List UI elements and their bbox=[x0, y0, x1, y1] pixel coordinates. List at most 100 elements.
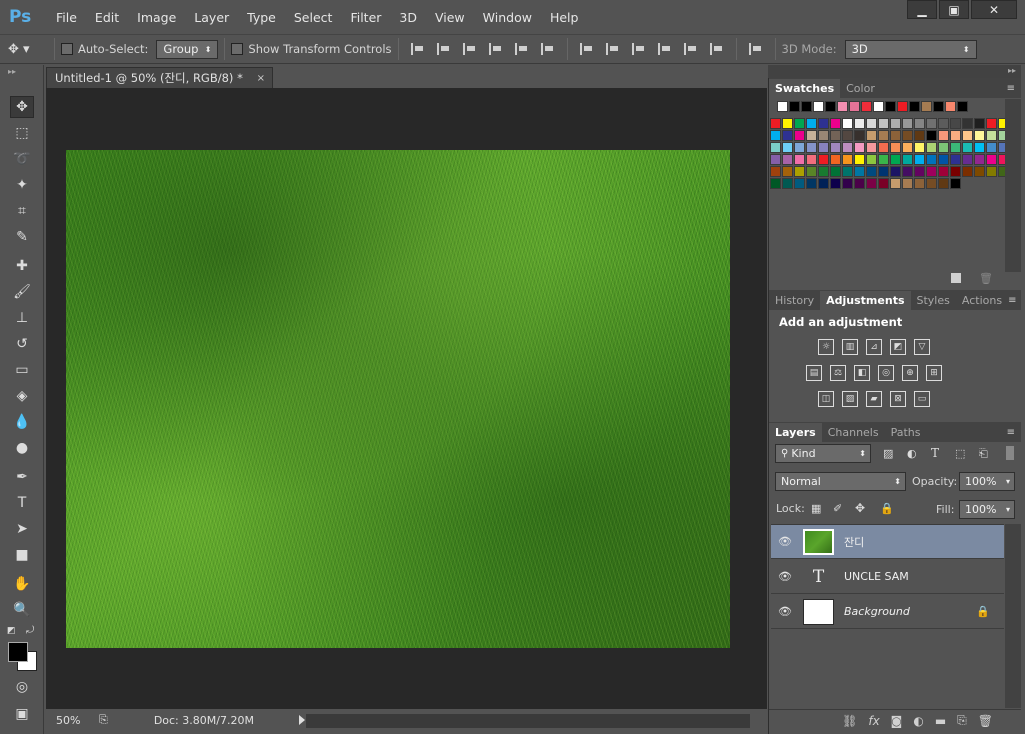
color-swatch[interactable] bbox=[986, 130, 997, 141]
gradient-map-icon[interactable]: ▭ bbox=[914, 391, 930, 407]
collapse-arrows-icon[interactable]: ▸▸ bbox=[8, 67, 16, 76]
auto-align-icon[interactable] bbox=[748, 43, 763, 55]
color-swatch[interactable] bbox=[986, 166, 997, 177]
color-swatch[interactable] bbox=[902, 178, 913, 189]
rectangle-tool-icon[interactable]: ■ bbox=[10, 544, 34, 566]
color-swatch[interactable] bbox=[842, 178, 853, 189]
layer-row[interactable]: 👁 T UNCLE SAM bbox=[771, 560, 1004, 594]
dodge-tool-icon[interactable]: ● bbox=[10, 437, 34, 459]
color-swatch[interactable] bbox=[770, 142, 781, 153]
color-swatch[interactable] bbox=[842, 142, 853, 153]
color-swatch[interactable] bbox=[914, 166, 925, 177]
color-swatch[interactable] bbox=[806, 130, 817, 141]
color-swatch[interactable] bbox=[950, 142, 961, 153]
color-swatch[interactable] bbox=[770, 154, 781, 165]
share-icon[interactable]: ⎘ bbox=[99, 713, 108, 727]
color-swatch[interactable] bbox=[794, 154, 805, 165]
exposure-icon[interactable]: ◩ bbox=[890, 339, 906, 355]
color-swatch[interactable] bbox=[806, 166, 817, 177]
color-swatch[interactable] bbox=[842, 166, 853, 177]
color-swatch[interactable] bbox=[902, 142, 913, 153]
align-left-icon[interactable] bbox=[488, 43, 503, 55]
color-swatch[interactable] bbox=[914, 154, 925, 165]
color-swatch[interactable] bbox=[806, 118, 817, 129]
color-swatch[interactable] bbox=[938, 142, 949, 153]
color-swatch[interactable] bbox=[866, 178, 877, 189]
color-swatch[interactable] bbox=[914, 142, 925, 153]
color-swatch[interactable] bbox=[878, 178, 889, 189]
color-swatch[interactable] bbox=[794, 142, 805, 153]
color-swatch[interactable] bbox=[926, 118, 937, 129]
color-swatch[interactable] bbox=[830, 142, 841, 153]
color-swatch[interactable] bbox=[770, 118, 781, 129]
hand-tool-icon[interactable]: ✋ bbox=[10, 573, 34, 595]
invert-icon[interactable]: ◫ bbox=[818, 391, 834, 407]
distribute-vcenter-icon[interactable] bbox=[605, 43, 620, 55]
color-swatch[interactable] bbox=[974, 118, 985, 129]
color-swatch[interactable] bbox=[938, 166, 949, 177]
color-swatch[interactable] bbox=[902, 154, 913, 165]
vibrance-icon[interactable]: ▽ bbox=[914, 339, 930, 355]
menu-type[interactable]: Type bbox=[238, 10, 285, 25]
color-swatch[interactable] bbox=[770, 130, 781, 141]
show-transform-checkbox[interactable] bbox=[231, 43, 244, 55]
color-swatch[interactable] bbox=[890, 130, 901, 141]
recent-swatch[interactable] bbox=[837, 101, 848, 112]
color-swatch[interactable] bbox=[986, 118, 997, 129]
distribute-hcenter-icon[interactable] bbox=[683, 43, 698, 55]
color-swatch[interactable] bbox=[974, 154, 985, 165]
close-button[interactable]: ✕ bbox=[971, 0, 1017, 19]
tab-actions[interactable]: Actions bbox=[956, 291, 1008, 310]
crop-tool-icon[interactable]: ⌗ bbox=[10, 200, 34, 222]
brightness-icon[interactable]: ☼ bbox=[818, 339, 834, 355]
color-swatch[interactable] bbox=[962, 118, 973, 129]
swatches-scrollbar[interactable] bbox=[1005, 99, 1021, 272]
color-swatch[interactable] bbox=[986, 142, 997, 153]
color-swatch[interactable] bbox=[902, 130, 913, 141]
recent-swatch[interactable] bbox=[873, 101, 884, 112]
tab-styles[interactable]: Styles bbox=[911, 291, 956, 310]
color-swatch[interactable] bbox=[878, 118, 889, 129]
recent-swatch[interactable] bbox=[933, 101, 944, 112]
color-swatch[interactable] bbox=[962, 166, 973, 177]
visibility-eye-icon[interactable]: 👁 bbox=[771, 535, 799, 548]
align-vcenter-icon[interactable] bbox=[436, 43, 451, 55]
link-layers-icon[interactable]: ⛓ bbox=[842, 714, 857, 728]
paint-bucket-tool-icon[interactable]: ◈ bbox=[10, 385, 34, 407]
recent-swatch[interactable] bbox=[885, 101, 896, 112]
move-tool-preset-icon[interactable]: ✥ ▾ bbox=[8, 42, 48, 57]
new-swatch-icon[interactable] bbox=[951, 273, 961, 283]
zoom-tool-icon[interactable]: 🔍 bbox=[10, 599, 34, 621]
color-swatch[interactable] bbox=[854, 118, 865, 129]
posterize-icon[interactable]: ▨ bbox=[842, 391, 858, 407]
curves-icon[interactable]: ⊿ bbox=[866, 339, 882, 355]
hue-saturation-icon[interactable]: ▤ bbox=[806, 365, 822, 381]
lock-paint-icon[interactable]: ✐ bbox=[833, 502, 842, 515]
delete-layer-icon[interactable]: 🗑 bbox=[978, 714, 993, 728]
color-swatch[interactable] bbox=[818, 142, 829, 153]
color-swatch[interactable] bbox=[950, 118, 961, 129]
distribute-top-icon[interactable] bbox=[579, 43, 594, 55]
layer-row[interactable]: 👁 Background 🔒 bbox=[771, 595, 1004, 629]
color-swatch[interactable] bbox=[854, 142, 865, 153]
status-menu-arrow-icon[interactable] bbox=[298, 715, 305, 725]
recent-swatch[interactable] bbox=[777, 101, 788, 112]
lasso-tool-icon[interactable]: ➰ bbox=[10, 148, 34, 170]
swap-colors-icon[interactable]: ⤾ bbox=[26, 625, 34, 636]
color-swatch[interactable] bbox=[878, 130, 889, 141]
zoom-level[interactable]: 50% bbox=[46, 714, 86, 727]
color-swatch[interactable] bbox=[890, 118, 901, 129]
color-balance-icon[interactable]: ⚖ bbox=[830, 365, 846, 381]
grass-canvas-image[interactable] bbox=[66, 150, 730, 648]
panel-menu-icon[interactable]: ≡ bbox=[1007, 427, 1015, 438]
filter-pixel-icon[interactable]: ▨ bbox=[883, 447, 893, 460]
align-top-icon[interactable] bbox=[410, 43, 425, 55]
layer-name[interactable]: 잔디 bbox=[844, 534, 864, 550]
3d-mode-dropdown[interactable]: 3D ⬍ bbox=[844, 39, 977, 59]
lock-transparent-icon[interactable]: ▦ bbox=[811, 502, 821, 515]
photo-filter-icon[interactable]: ◎ bbox=[878, 365, 894, 381]
color-swatch[interactable] bbox=[782, 142, 793, 153]
color-swatch[interactable] bbox=[878, 166, 889, 177]
new-adjustment-layer-icon[interactable]: ◐ bbox=[913, 714, 923, 728]
color-swatch[interactable] bbox=[794, 118, 805, 129]
